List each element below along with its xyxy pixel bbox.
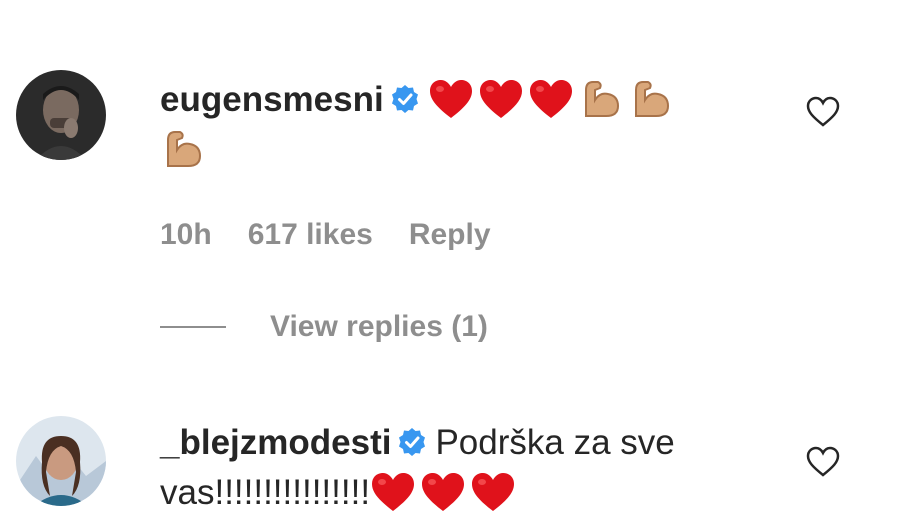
- view-replies-divider: [160, 326, 226, 328]
- comment-username[interactable]: eugensmesni: [160, 80, 384, 119]
- verified-badge-icon: [390, 84, 420, 114]
- avatar[interactable]: [16, 70, 106, 160]
- heart-emoji-icon: [478, 78, 524, 120]
- heart-emoji-icon: [528, 78, 574, 120]
- cutoff-text-1: [160, 0, 198, 17]
- verified-badge-icon: [397, 427, 427, 457]
- flexed-biceps-emoji-icon: [160, 128, 206, 170]
- like-heart-icon[interactable]: [806, 96, 840, 128]
- like-heart-icon[interactable]: [806, 446, 840, 478]
- comment-likes-count[interactable]: 617 likes: [248, 218, 373, 252]
- view-replies-label[interactable]: View replies (1): [270, 310, 488, 344]
- heart-emoji-icon: [420, 471, 466, 513]
- reply-button[interactable]: Reply: [409, 218, 491, 252]
- comments-feed: eugensmesni 10h 617 likes Reply View rep…: [0, 0, 906, 513]
- flexed-biceps-emoji-icon: [578, 78, 624, 120]
- previous-comment-meta-cutoff: [160, 0, 198, 17]
- heart-emoji-icon: [428, 78, 474, 120]
- view-replies-button[interactable]: View replies (1): [160, 310, 488, 344]
- heart-emoji-icon: [370, 471, 416, 513]
- comment-timestamp: 10h: [160, 218, 212, 251]
- heart-emoji-icon: [470, 471, 516, 513]
- comment-username[interactable]: _blejzmodesti: [160, 423, 391, 462]
- avatar[interactable]: [16, 416, 106, 506]
- flexed-biceps-emoji-icon: [628, 78, 674, 120]
